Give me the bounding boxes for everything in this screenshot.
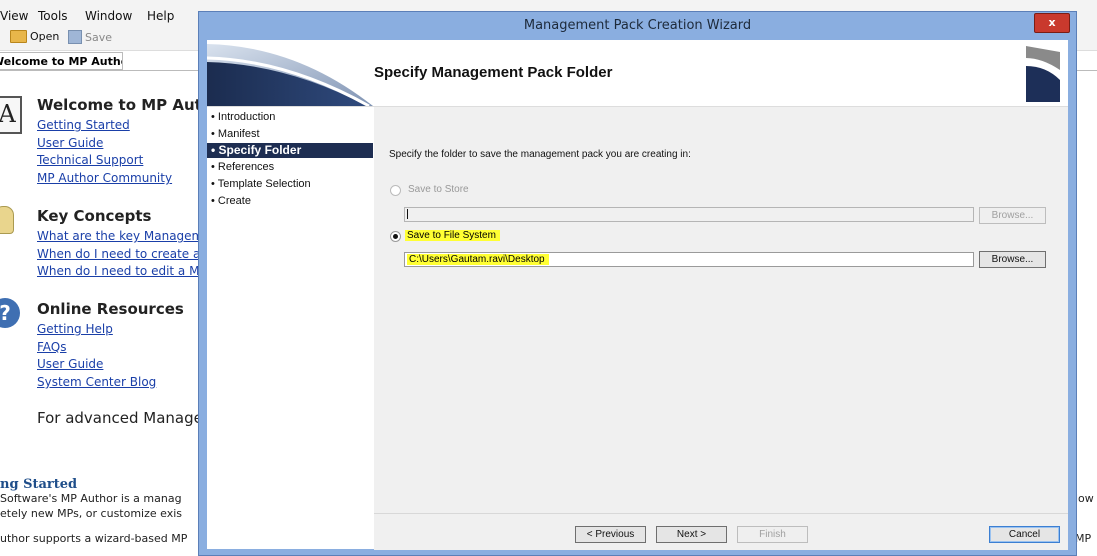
step-specify-folder[interactable]: • Specify Folder [207,143,373,158]
link-user-guide-2[interactable]: User Guide [37,357,103,371]
key-concepts-heading: Key Concepts [37,207,152,225]
wizard-footer: < Previous Next > Finish Cancel [374,513,1068,550]
getting-started-line-1: Software's MP Author is a manag [0,492,182,505]
folder-open-icon [10,30,27,43]
lightbulb-icon [0,206,14,234]
link-faqs[interactable]: FAQs [37,340,67,354]
browse-file-system-button[interactable]: Browse... [979,251,1046,268]
link-getting-started[interactable]: Getting Started [37,118,130,132]
step-references[interactable]: • References [207,160,373,175]
wizard-content-panel: Specify the folder to save the managemen… [374,107,1068,513]
getting-started-line-3: uthor supports a wizard-based MP [0,532,188,545]
step-introduction[interactable]: • Introduction [207,110,373,125]
finish-button[interactable]: Finish [737,526,808,543]
next-button[interactable]: Next > [656,526,727,543]
step-manifest[interactable]: • Manifest [207,127,373,142]
getting-started-heading: ng Started [0,477,78,492]
link-technical-support[interactable]: Technical Support [37,153,143,167]
wizard-dialog: Management Pack Creation Wizard x Specif… [198,11,1077,556]
instruction-text: Specify the folder to save the managemen… [389,149,691,160]
radio-save-to-file-system[interactable] [390,231,401,242]
radio-save-to-store[interactable] [390,185,401,196]
online-resources-heading: Online Resources [37,300,184,318]
wizard-logo-icon [1024,44,1062,102]
previous-button[interactable]: < Previous [575,526,646,543]
menu-tools[interactable]: Tools [38,9,68,23]
open-button[interactable]: Open [10,30,59,43]
welcome-document-tab[interactable]: Welcome to MP Author!× [0,52,123,70]
right-text-2: MP [1075,532,1092,545]
save-to-store-label: Save to Store [408,184,469,195]
link-key-concepts-1[interactable]: What are the key Management [37,229,223,243]
step-create[interactable]: • Create [207,194,373,209]
cancel-button[interactable]: Cancel [989,526,1060,543]
store-path-field[interactable] [404,207,974,222]
open-label: Open [30,30,60,43]
file-system-path-value: C:\Users\Gautam.ravi\Desktop [407,254,549,265]
file-system-path-field[interactable]: C:\Users\Gautam.ravi\Desktop [404,252,974,267]
wizard-header: Specify Management Pack Folder [207,40,1068,107]
wizard-banner-graphic [207,40,373,106]
close-button[interactable]: x [1034,13,1070,33]
getting-started-line-2: etely new MPs, or customize exis [0,507,183,520]
help-icon: ? [0,298,20,328]
link-system-center-blog[interactable]: System Center Blog [37,375,156,389]
mp-author-logo-icon: A [0,96,22,134]
right-text-1: low [1075,492,1094,505]
wizard-page-heading: Specify Management Pack Folder [374,64,613,81]
menu-window[interactable]: Window [85,9,132,23]
link-user-guide[interactable]: User Guide [37,136,103,150]
wizard-steps-list: • Introduction • Manifest • Specify Fold… [207,107,373,549]
wizard-body: Specify Management Pack Folder • Introdu… [207,40,1068,550]
link-mp-author-community[interactable]: MP Author Community [37,171,172,185]
save-to-file-system-label: Save to File System [405,230,500,241]
browse-store-button[interactable]: Browse... [979,207,1046,224]
doc-tab-label: Welcome to MP Author! [0,55,122,68]
advanced-text: For advanced Manage [37,409,203,427]
wizard-title: Management Pack Creation Wizard [523,18,752,33]
link-getting-help[interactable]: Getting Help [37,322,113,336]
menu-help[interactable]: Help [147,9,174,23]
save-button[interactable]: Save [68,30,112,44]
link-key-concepts-3[interactable]: When do I need to edit a M [37,264,199,278]
save-label: Save [85,30,113,44]
step-template-selection[interactable]: • Template Selection [207,177,373,192]
save-icon [68,30,82,44]
link-key-concepts-2[interactable]: When do I need to create a [37,247,200,261]
menu-view[interactable]: View [0,9,28,23]
